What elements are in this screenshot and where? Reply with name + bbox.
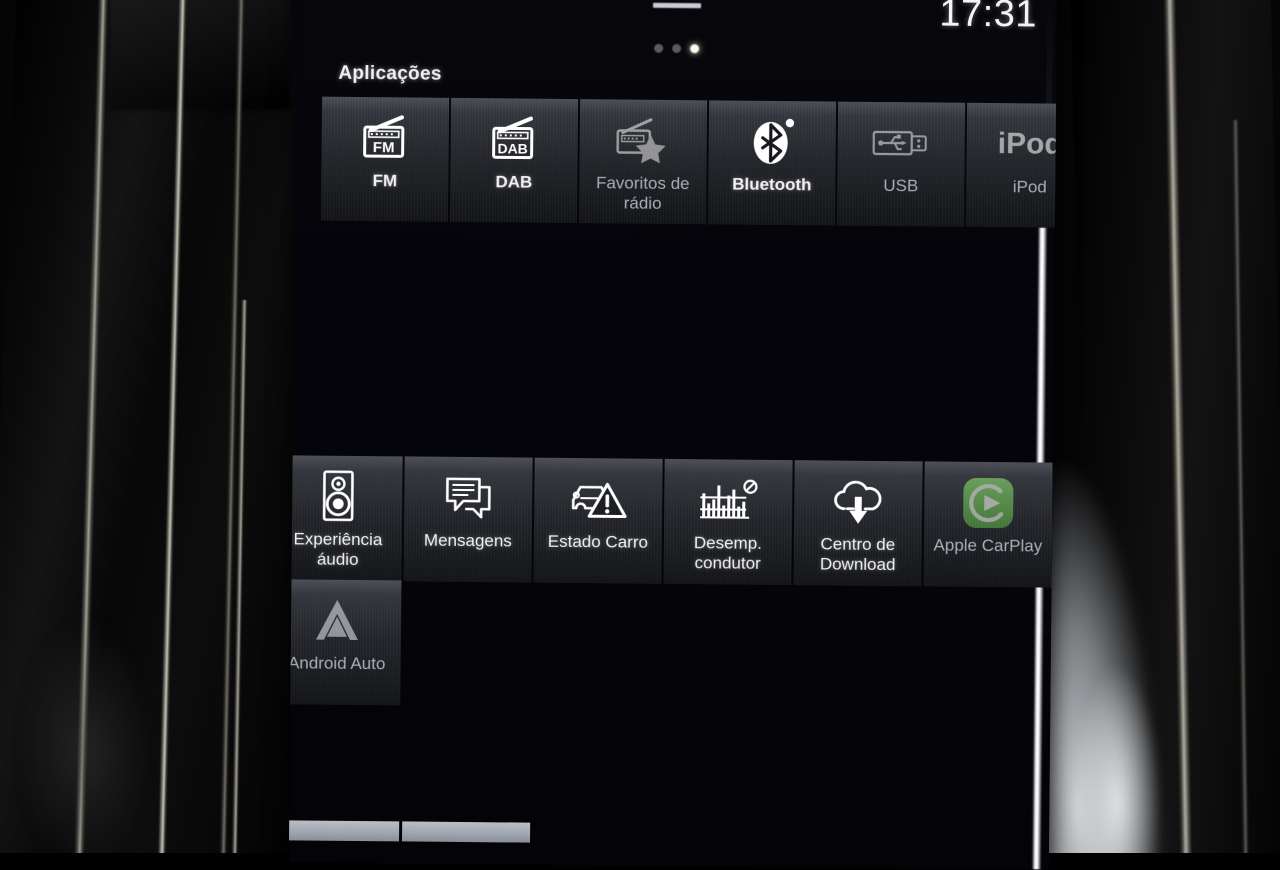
media-sources-row: FM FM DAB DAB Favoritos de rádio Bluetoo… [320,96,1058,229]
glare-left [20,620,150,853]
bezel-top-left [110,0,290,110]
android-auto-icon [309,592,366,651]
tile-label: DAB [495,172,533,192]
tile-centro-download[interactable]: Centro de Download [793,460,923,587]
car-warning-icon [567,470,630,529]
tile-label: Estado Carro [547,531,649,552]
applications-row-1: Experiência áudio Mensagens Estado Carro… [288,455,1053,588]
tile-dab[interactable]: DAB DAB [449,97,579,224]
tile-label: Mensagens [423,530,512,551]
status-bar: 17:31 [297,0,1057,46]
tile-android-auto[interactable]: Android Auto [288,579,402,706]
tile-label: Android Auto [288,653,386,674]
usb-icon [870,114,933,173]
bluetooth-icon [746,113,799,171]
page-dot-3-active[interactable] [690,44,700,54]
tile-label: Apple CarPlay [933,535,1043,556]
radio-favourite-icon [612,111,675,170]
tile-fm[interactable]: FM FM [320,96,450,222]
tile-bluetooth[interactable]: Bluetooth [707,100,837,226]
tile-experiencia-audio[interactable]: Experiência áudio [288,455,403,582]
messages-icon [439,469,498,528]
speaker-icon [317,468,360,526]
page-title: Aplicações [338,62,442,85]
cloud-download-icon [829,473,888,532]
partial-tile-1[interactable] [288,820,400,842]
glare-right-hot [1072,663,1162,853]
infotainment-screen[interactable]: 17:31 Aplicações FM FM DAB DAB Favoritos… [288,0,1058,870]
tile-estado-carro[interactable]: Estado Carro [533,457,663,584]
ipod-wordmark-icon: iPod [997,127,1058,161]
radio-fm-icon: FM [357,109,414,168]
tile-desemp-condutor[interactable]: Desemp. condutor [663,458,793,586]
tile-label: USB [883,176,919,196]
radio-dab-icon: DAB [486,110,543,169]
applications-row-2: Android Auto [288,579,402,706]
drag-handle-icon[interactable] [653,0,702,9]
tile-label: iPod [1012,177,1047,197]
next-row-partial [288,820,531,843]
svg-text:FM: FM [372,139,394,156]
partial-tile-2[interactable] [402,821,531,843]
bar-chart-off-icon [697,471,760,530]
page-indicator-dots[interactable] [654,43,700,54]
tile-label: FM [372,171,398,191]
tile-label: Desemp. condutor [693,533,762,573]
tile-mensagens[interactable]: Mensagens [403,456,533,583]
tile-label: Experiência áudio [293,529,383,569]
tile-label: Favoritos de rádio [595,173,690,213]
tile-ipod[interactable]: iPod iPod [965,102,1058,229]
apple-carplay-icon [960,474,1017,533]
tile-apple-carplay[interactable]: Apple CarPlay [923,461,1053,588]
status-clock: 17:31 [939,0,1038,36]
page-dot-2[interactable] [672,43,682,54]
tile-favoritos-radio[interactable]: Favoritos de rádio [578,99,708,225]
page-dot-1[interactable] [654,43,664,53]
tile-usb[interactable]: USB [836,101,966,227]
tile-label: Bluetooth [732,174,812,195]
tile-label: Centro de Download [819,534,896,575]
svg-text:DAB: DAB [497,140,527,156]
